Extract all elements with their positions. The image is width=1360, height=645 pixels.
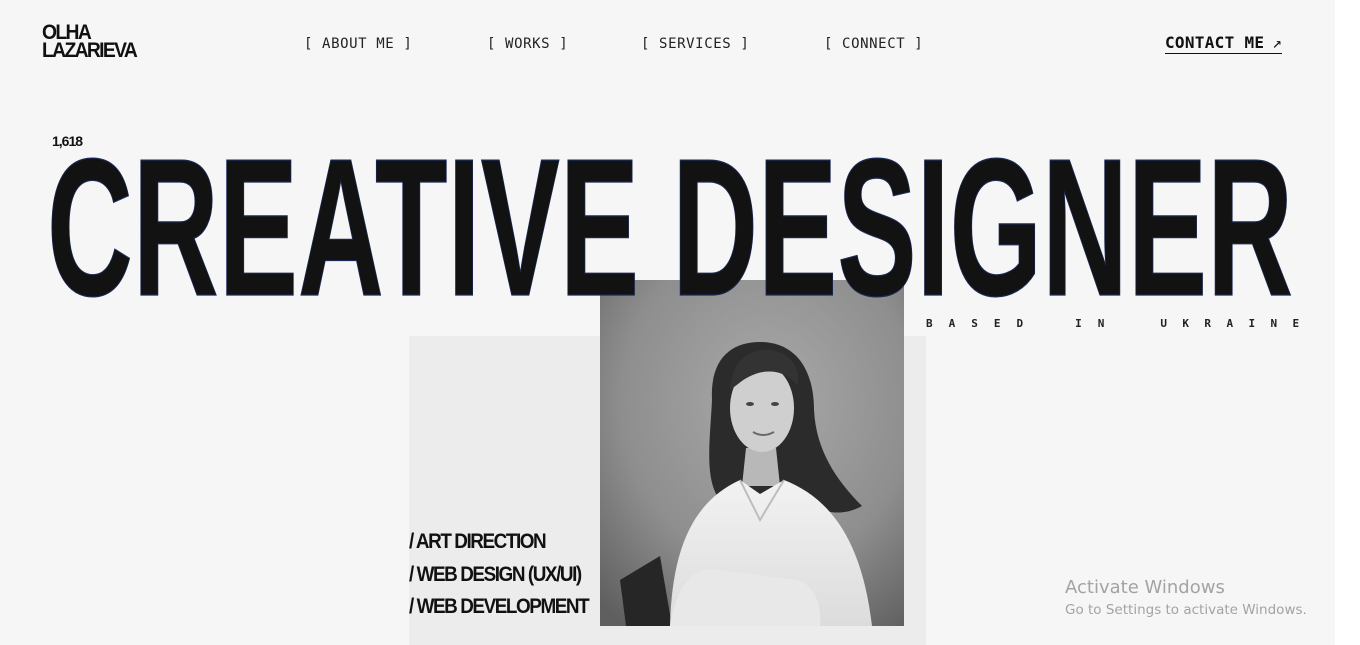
hero-headline-text: CREATIVE DESIGNER xyxy=(47,118,1293,337)
nav-about-me[interactable]: [ ABOUT ME ] xyxy=(304,36,412,52)
hero-headline-svg: CREATIVE DESIGNER xyxy=(46,117,1293,337)
arrow-up-right-icon: ↗ xyxy=(1272,33,1283,52)
watermark-title: Activate Windows xyxy=(1065,577,1225,598)
service-art-direction: / ART DIRECTION xyxy=(409,530,547,553)
based-in-ukraine: BASED IN UKRAINE xyxy=(926,317,1315,330)
services-list: / ART DIRECTION / WEB DESIGN (UX/UI) / W… xyxy=(409,526,608,624)
nav-works[interactable]: [ WORKS ] xyxy=(487,36,568,52)
based-word-1: BASED xyxy=(926,317,1040,330)
contact-me-label: CONTACT ME xyxy=(1165,33,1265,52)
page: OLHA LAZARIEVA [ ABOUT ME ] [ WORKS ] [ … xyxy=(0,0,1335,645)
watermark-subtitle: Go to Settings to activate Windows. xyxy=(1065,602,1307,618)
based-word-3: UKRAINE xyxy=(1160,317,1315,330)
windows-activation-watermark: Activate Windows Go to Settings to activ… xyxy=(1065,577,1307,621)
based-word-2: IN xyxy=(1075,317,1121,330)
contact-me-link[interactable]: CONTACT ME ↗ xyxy=(1165,33,1283,54)
hero-headline: CREATIVE DESIGNER xyxy=(46,117,1293,337)
nav-services[interactable]: [ SERVICES ] xyxy=(641,36,749,52)
service-web-design: / WEB DESIGN (UX/UI) xyxy=(409,562,582,586)
window-right-edge xyxy=(1335,0,1360,645)
logo-line-2: LAZARIEVA xyxy=(42,39,138,62)
logo[interactable]: OLHA LAZARIEVA xyxy=(42,22,138,62)
nav-connect[interactable]: [ CONNECT ] xyxy=(824,36,923,52)
service-web-development: / WEB DEVELOPMENT xyxy=(409,595,590,618)
